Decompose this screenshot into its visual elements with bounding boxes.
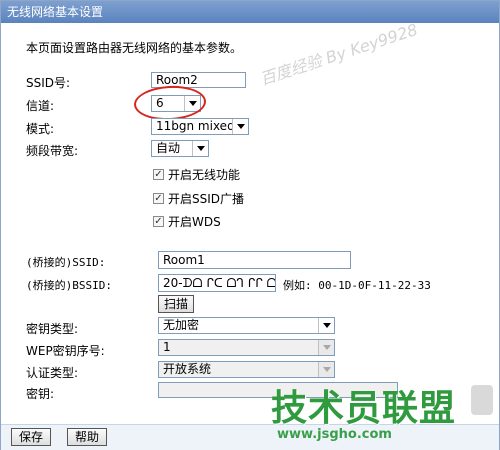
save-button[interactable]: 保存 — [11, 428, 51, 446]
enable-ssid-broadcast-label: 开启SSID广播 — [168, 192, 245, 206]
mode-value: 11bgn mixed — [156, 119, 235, 133]
checkbox-checked-icon: ✓ — [153, 168, 164, 180]
key-type-label: 密钥类型: — [26, 322, 79, 336]
chevron-down-icon — [318, 362, 334, 377]
highlight-circle — [133, 84, 207, 122]
enable-wds-label: 开启WDS — [168, 215, 221, 229]
bridge-ssid-input[interactable]: Room1 — [158, 251, 351, 269]
watermark-text: 百度经验 By Key9928 — [257, 19, 420, 89]
key-type-value: 无加密 — [163, 318, 200, 332]
ghost-logo-icon — [471, 385, 493, 415]
panel-title: 无线网络基本设置 — [1, 1, 499, 23]
mode-label: 模式: — [26, 122, 55, 136]
enable-wireless-label: 开启无线功能 — [168, 168, 241, 182]
enable-ssid-broadcast-checkbox[interactable]: ✓ 开启SSID广播 — [153, 190, 244, 207]
checkbox-checked-icon: ✓ — [153, 192, 164, 204]
bridge-bssid-label: (桥接的)BSSID: — [26, 279, 112, 292]
page-description: 本页面设置路由器无线网络的基本参数。 — [26, 41, 243, 55]
router-settings-panel: 无线网络基本设置 本页面设置路由器无线网络的基本参数。 SSID号: Room2… — [0, 0, 500, 450]
chevron-down-icon — [318, 340, 334, 355]
ssid-label: SSID号: — [26, 76, 71, 90]
bssid-example: 例如: 00-1D-0F-11-22-33 — [283, 279, 431, 292]
help-button[interactable]: 帮助 — [67, 428, 107, 446]
site-logo: 技术员联盟 — [271, 388, 457, 429]
wep-index-label: WEP密钥序号: — [26, 344, 105, 358]
key-label: 密钥: — [26, 387, 55, 401]
wep-index-value: 1 — [163, 340, 171, 354]
enable-wireless-checkbox[interactable]: ✓ 开启无线功能 — [153, 166, 240, 183]
checkbox-checked-icon: ✓ — [153, 215, 164, 227]
channel-label: 信道: — [26, 99, 55, 113]
wep-index-select[interactable]: 1 — [158, 339, 335, 356]
auth-type-label: 认证类型: — [26, 366, 79, 380]
chevron-down-icon — [318, 318, 334, 333]
enable-wds-checkbox[interactable]: ✓ 开启WDS — [153, 213, 221, 230]
bandwidth-value: 自动 — [156, 141, 181, 155]
bridge-ssid-label: (桥接的)SSID: — [26, 256, 106, 269]
bridge-bssid-input[interactable]: 20-ᗪᗝ ᒋᑕ ᗝᒉ ᒋᒋ ᗝᒉ — [158, 274, 276, 292]
mode-select[interactable]: 11bgn mixed — [151, 118, 249, 135]
bandwidth-select[interactable]: 自动 — [151, 140, 209, 157]
site-url: www.jsgho.com — [277, 427, 392, 442]
auth-type-select[interactable]: 开放系统 — [158, 361, 335, 378]
chevron-down-icon — [232, 119, 248, 134]
key-type-select[interactable]: 无加密 — [158, 317, 335, 334]
scan-button[interactable]: 扫描 — [158, 295, 194, 313]
bandwidth-label: 频段带宽: — [26, 144, 79, 158]
chevron-down-icon — [192, 141, 208, 156]
auth-type-value: 开放系统 — [163, 362, 212, 376]
